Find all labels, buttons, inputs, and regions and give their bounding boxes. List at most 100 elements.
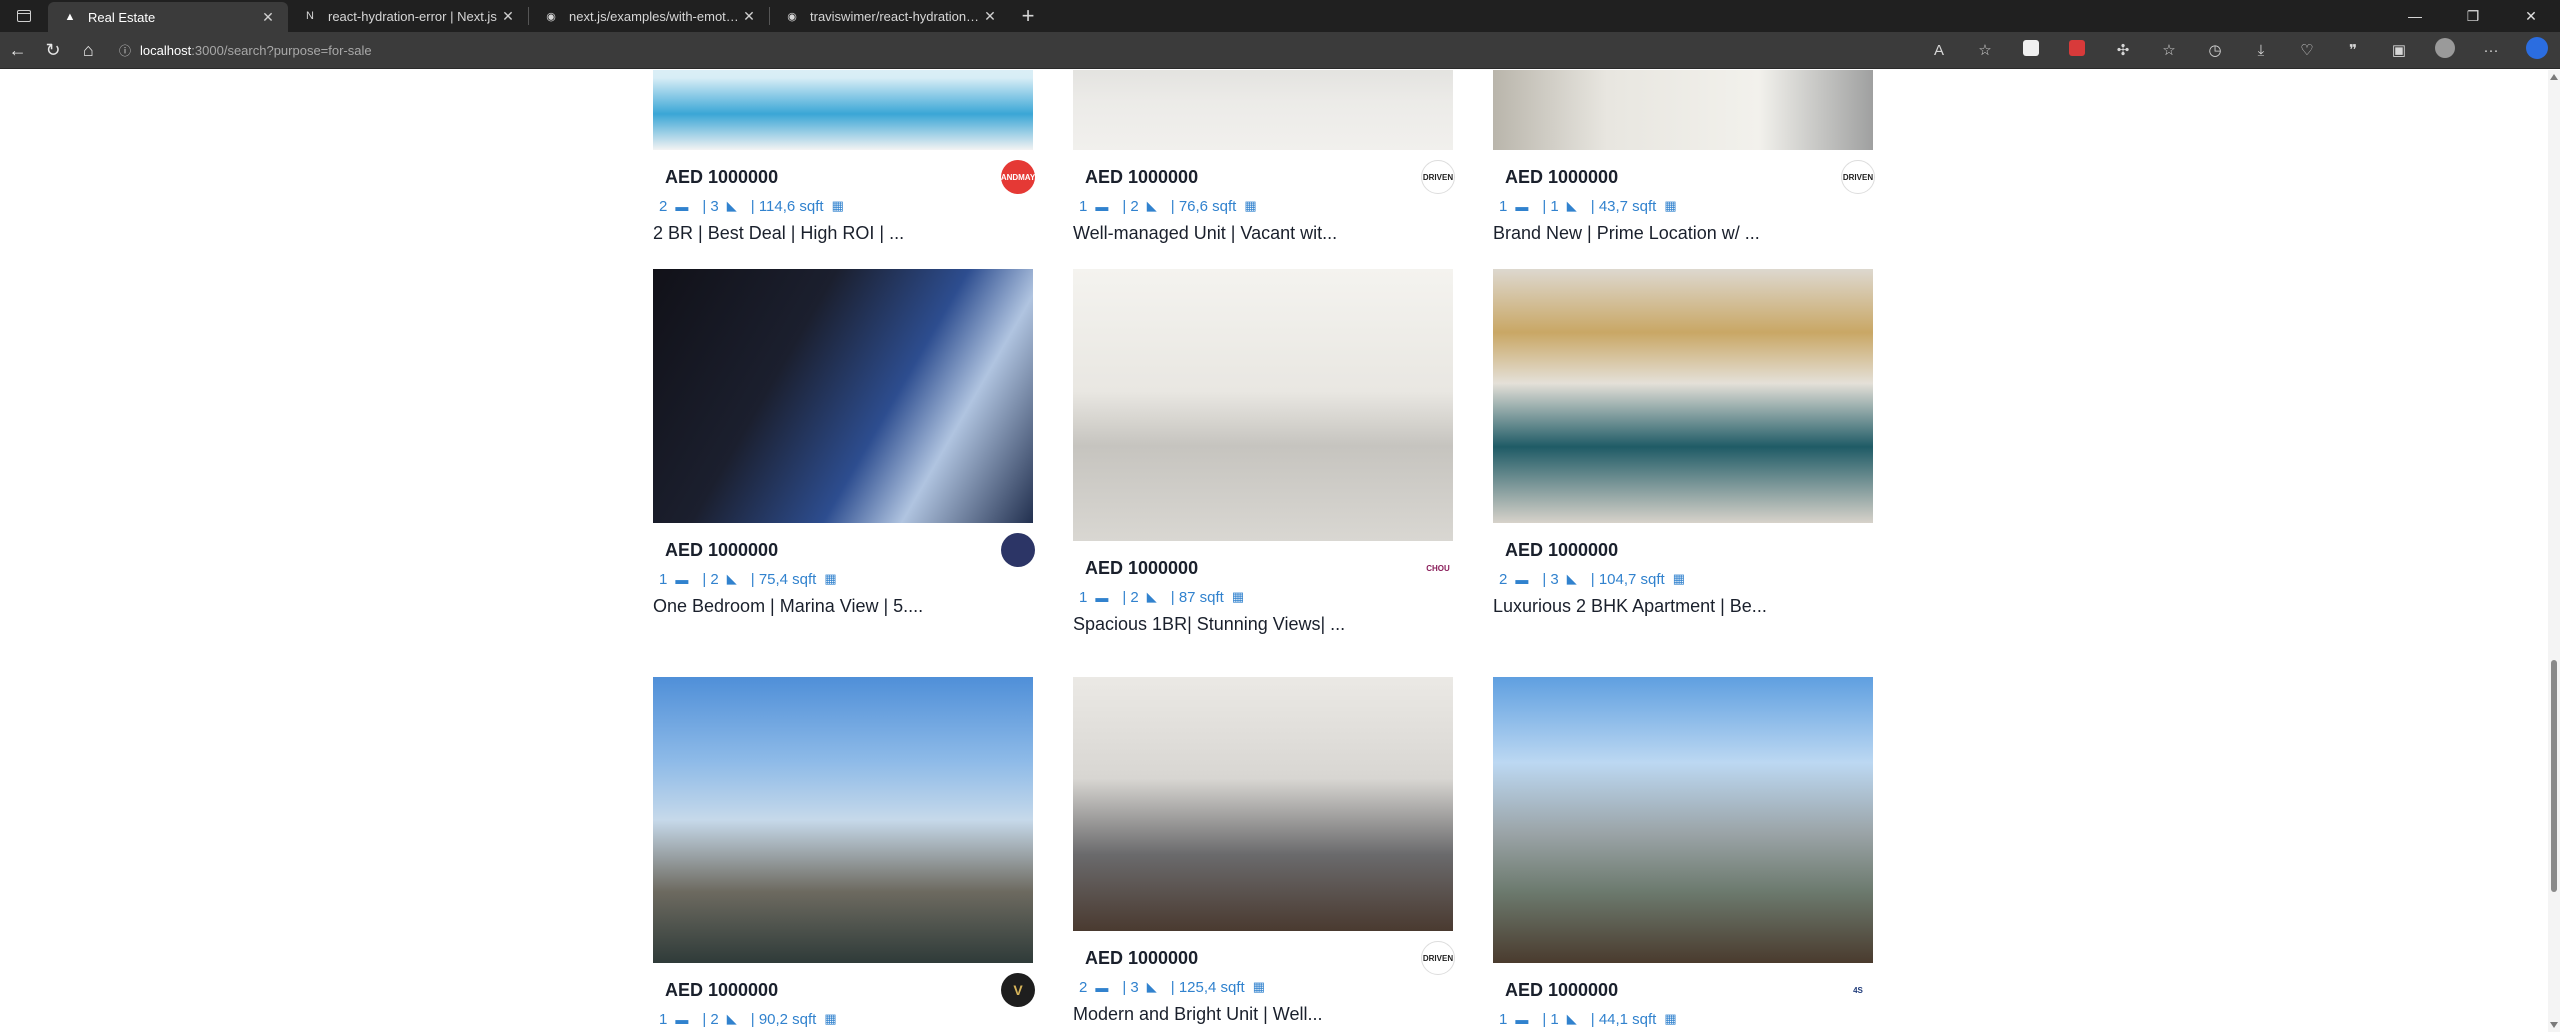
price-row: AED 1000000 DRIVEN bbox=[1073, 160, 1455, 194]
listing-card[interactable]: AED 1000000 ANDMAY 2 ▬ | 3 ◣ | 114,6 sqft ▦… bbox=[653, 70, 1035, 248]
grid-icon: ▦ bbox=[824, 571, 837, 586]
page-viewport: AED 1000000 ANDMAY 2 ▬ | 3 ◣ | 114,6 sqft ▦… bbox=[0, 70, 2560, 1032]
favorites-icon[interactable]: ☆ bbox=[2146, 41, 2192, 59]
listing-price: AED 1000000 bbox=[1085, 557, 1199, 578]
listing-photo[interactable] bbox=[1073, 70, 1453, 150]
home-icon[interactable]: ⌂ bbox=[71, 32, 106, 69]
history-icon[interactable]: ◷ bbox=[2192, 41, 2238, 59]
price-row: AED 1000000 DRIVEN bbox=[1493, 160, 1875, 194]
listing-photo[interactable] bbox=[653, 677, 1033, 963]
more-menu-icon[interactable]: ··· bbox=[2468, 42, 2514, 59]
close-tab-icon[interactable]: ✕ bbox=[980, 8, 1000, 25]
listing-photo[interactable] bbox=[1493, 70, 1873, 150]
address-toolbar: ← ↻ ⌂ ⓘ localhost:3000/search?purpose=fo… bbox=[0, 32, 2560, 69]
grid-icon: ▦ bbox=[824, 1011, 837, 1026]
room-count: 2 bbox=[1079, 978, 1088, 996]
downloads-icon[interactable]: ⤓ bbox=[2238, 42, 2284, 59]
url-host: localhost bbox=[139, 42, 192, 58]
tab-actions-icon bbox=[17, 10, 31, 22]
bath-count: | 1 bbox=[1542, 197, 1559, 215]
listing-card[interactable]: AED 1000000 CHOU 1 ▬ | 2 ◣ | 87 sqft ▦ Spac… bbox=[1073, 269, 1455, 639]
profile-avatar-icon[interactable] bbox=[2422, 38, 2468, 62]
window-controls: — ❐ ✕ bbox=[2386, 0, 2560, 32]
listing-card[interactable]: AED 1000000 DRIVEN 2 ▬ | 3 ◣ | 125,4 sqft ▦… bbox=[1073, 677, 1455, 1029]
tab-real-estate[interactable]: ▲ Real Estate ✕ bbox=[48, 2, 288, 32]
grid-icon: ▦ bbox=[1664, 198, 1677, 213]
listing-title[interactable]: Luxurious 2 BHK Apartment | Be... bbox=[1493, 591, 1875, 621]
scroll-up-arrow-icon[interactable] bbox=[2550, 74, 2558, 80]
listing-meta: 1 ▬ | 1 ◣ | 43,7 sqft ▦ bbox=[1493, 194, 1875, 218]
bed-icon: ▬ bbox=[1515, 1011, 1529, 1027]
close-tab-icon[interactable]: ✕ bbox=[258, 9, 278, 26]
site-info-icon[interactable]: ⓘ bbox=[110, 42, 140, 59]
browser-essentials-icon[interactable]: ♡ bbox=[2284, 41, 2330, 59]
read-aloud-icon[interactable]: A bbox=[1916, 42, 1962, 59]
listing-card[interactable]: AED 1000000 2 ▬ | 3 ◣ | 104,7 sqft ▦ Luxuri… bbox=[1493, 269, 1875, 621]
listing-photo[interactable] bbox=[1493, 677, 1873, 963]
listing-photo[interactable] bbox=[653, 70, 1033, 150]
listing-card[interactable]: AED 1000000 DRIVEN 1 ▬ | 1 ◣ | 43,7 sqft ▦ … bbox=[1493, 70, 1875, 248]
bed-icon: ▬ bbox=[675, 571, 689, 587]
grid-icon: ▦ bbox=[1252, 979, 1265, 994]
close-tab-icon[interactable]: ✕ bbox=[498, 8, 518, 25]
price-row: AED 1000000 ANDMAY bbox=[653, 160, 1035, 194]
listing-card[interactable]: AED 1000000 4S 1 ▬ | 1 ◣ | 44,1 sqft ▦ bbox=[1493, 677, 1875, 1031]
tab-with-emotion[interactable]: ◉ next.js/examples/with-emotion a ✕ bbox=[529, 0, 769, 32]
listing-title[interactable]: One Bedroom | Marina View | 5.... bbox=[653, 591, 1035, 621]
listing-card[interactable]: AED 1000000 V 1 ▬ | 2 ◣ | 90,2 sqft ▦ bbox=[653, 677, 1035, 1031]
back-arrow-icon[interactable]: ← bbox=[0, 32, 35, 69]
close-tab-icon[interactable]: ✕ bbox=[739, 8, 759, 25]
quote-icon[interactable]: ❞ bbox=[2330, 41, 2376, 59]
bath-count: | 3 bbox=[1542, 570, 1559, 588]
address-bar[interactable]: ⓘ localhost:3000/search?purpose=for-sale bbox=[110, 36, 1910, 64]
listing-title[interactable]: Modern and Bright Unit | Well... bbox=[1073, 999, 1455, 1029]
area-sqft: | 104,7 sqft bbox=[1590, 570, 1665, 588]
wallet-icon[interactable]: ▣ bbox=[2376, 41, 2422, 59]
bath-count: | 3 bbox=[1122, 978, 1139, 996]
bed-icon: ▬ bbox=[1515, 571, 1529, 587]
listing-title[interactable]: 2 BR | Best Deal | High ROI | ... bbox=[653, 218, 1035, 248]
listing-card[interactable]: AED 1000000 1 ▬ | 2 ◣ | 75,4 sqft ▦ One Bed… bbox=[653, 269, 1035, 621]
listing-price: AED 1000000 bbox=[1505, 166, 1619, 187]
url-path: :3000/search?purpose=for-sale bbox=[191, 42, 372, 58]
listing-photo[interactable] bbox=[653, 269, 1033, 523]
listing-price: AED 1000000 bbox=[1085, 947, 1199, 968]
listing-photo[interactable] bbox=[1493, 269, 1873, 523]
extensions-puzzle-icon[interactable]: ✣ bbox=[2100, 41, 2146, 59]
page-scrollbar[interactable] bbox=[2548, 70, 2560, 1032]
favorite-star-icon[interactable]: ☆ bbox=[1962, 41, 2008, 59]
close-window-icon[interactable]: ✕ bbox=[2502, 0, 2560, 32]
grid-icon: ▦ bbox=[1664, 1011, 1677, 1026]
room-count: 1 bbox=[659, 570, 668, 588]
bing-copilot-icon[interactable] bbox=[2514, 37, 2560, 63]
scrollbar-thumb[interactable] bbox=[2551, 660, 2557, 892]
extension-icon[interactable] bbox=[2008, 40, 2054, 60]
listing-title[interactable]: Well-managed Unit | Vacant wit... bbox=[1073, 218, 1455, 248]
bath-count: | 2 bbox=[702, 1010, 719, 1028]
grid-icon: ▦ bbox=[1672, 571, 1685, 586]
new-tab-button[interactable]: + bbox=[1010, 0, 1046, 32]
area-sqft: | 44,1 sqft bbox=[1590, 1010, 1657, 1028]
agency-logo: 4S bbox=[1841, 973, 1875, 1007]
listing-title[interactable]: Spacious 1BR| Stunning Views| ... bbox=[1073, 609, 1455, 639]
price-row: AED 1000000 bbox=[653, 533, 1035, 567]
restore-icon[interactable]: ❐ bbox=[2444, 0, 2502, 32]
listing-meta: 1 ▬ | 2 ◣ | 75,4 sqft ▦ bbox=[653, 567, 1035, 591]
agency-logo bbox=[1001, 533, 1035, 567]
listing-card[interactable]: AED 1000000 DRIVEN 1 ▬ | 2 ◣ | 76,6 sqft ▦ … bbox=[1073, 70, 1455, 248]
tab-label: Real Estate bbox=[88, 9, 156, 25]
listing-photo[interactable] bbox=[1073, 269, 1453, 541]
tab-react-hydration-error[interactable]: N react-hydration-error | Next.js ✕ bbox=[288, 0, 528, 32]
scroll-down-arrow-icon[interactable] bbox=[2550, 1022, 2558, 1028]
bath-count: | 1 bbox=[1542, 1010, 1559, 1028]
minimize-icon[interactable]: — bbox=[2386, 0, 2444, 32]
refresh-icon[interactable]: ↻ bbox=[35, 32, 70, 69]
tab-actions-button[interactable] bbox=[0, 0, 48, 32]
listing-title[interactable]: Brand New | Prime Location w/ ... bbox=[1493, 218, 1875, 248]
tab-react-hydration-pro[interactable]: ◉ traviswimer/react-hydration-pro ✕ bbox=[770, 0, 1010, 32]
tab-label: react-hydration-error | Next.js bbox=[328, 8, 497, 24]
bed-icon: ▬ bbox=[675, 1011, 689, 1027]
listing-photo[interactable] bbox=[1073, 677, 1453, 931]
extension-red-icon[interactable] bbox=[2054, 40, 2100, 60]
listing-meta: 2 ▬ | 3 ◣ | 125,4 sqft ▦ bbox=[1073, 975, 1455, 999]
